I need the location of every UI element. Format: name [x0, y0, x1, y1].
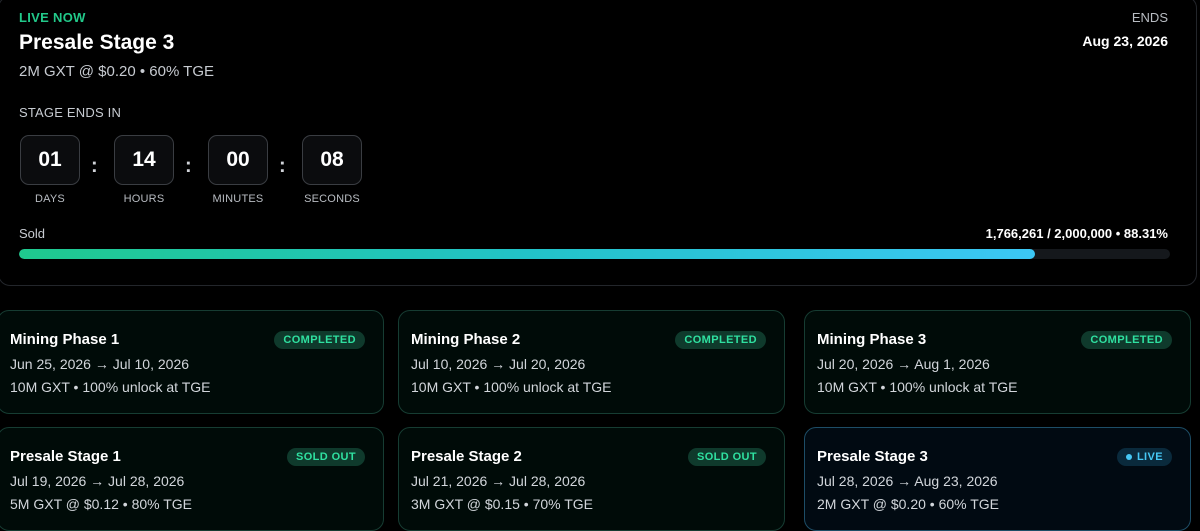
- stage-status-badge: COMPLETED: [675, 331, 766, 349]
- countdown-minutes: 00 MINUTES: [208, 135, 268, 205]
- stage-card-name: Presale Stage 1: [10, 448, 121, 465]
- stage-card-name: Presale Stage 2: [411, 448, 522, 465]
- stage-status-badge: SOLD OUT: [687, 448, 766, 466]
- stage-card-name: Mining Phase 2: [411, 331, 521, 348]
- stage-status-badge: LIVE: [1116, 448, 1172, 466]
- stage-card[interactable]: Presale Stage 2 SOLD OUT Jul 21, 2026 → Ju…: [398, 427, 785, 531]
- sold-stats: 1,766,261 / 2,000,000 • 88.31%: [985, 226, 1168, 241]
- stage-card-dates: Jul 19, 2026 → Jul 28, 2026: [10, 473, 185, 489]
- countdown-separator: :: [185, 155, 192, 177]
- countdown-seconds: 08 SECONDS: [302, 135, 362, 205]
- stage-card-detail: 3M GXT @ $0.15 • 70% TGE: [411, 496, 594, 512]
- live-dot-icon: [1125, 454, 1132, 460]
- stage-card[interactable]: Mining Phase 3 COMPLETED Jul 20, 2026 → Au…: [804, 310, 1191, 414]
- sold-progress-fill: [19, 249, 1036, 259]
- stage-card-dates: Jul 28, 2026 → Aug 23, 2026: [817, 473, 998, 489]
- countdown-days: 01 DAYS: [20, 135, 80, 205]
- live-now-label: LIVE NOW: [19, 10, 86, 25]
- stage-status-label: COMPLETED: [684, 334, 757, 346]
- stage-status-label: SOLD OUT: [295, 451, 356, 463]
- stage-card-dates: Jun 25, 2026 → Jul 10, 2026: [10, 356, 190, 372]
- stage-card-dates: Jul 20, 2026 → Aug 1, 2026: [817, 356, 990, 372]
- stage-card-detail: 5M GXT @ $0.12 • 80% TGE: [10, 496, 193, 512]
- countdown-seconds-label: SECONDS: [304, 193, 360, 205]
- stage-status-badge: SOLD OUT: [286, 448, 365, 466]
- stage-card[interactable]: Mining Phase 1 COMPLETED Jun 25, 2026 → Ju…: [0, 310, 384, 414]
- ends-date: Aug 23, 2026: [1082, 33, 1168, 49]
- stage-card-detail: 2M GXT @ $0.20 • 60% TGE: [817, 496, 1000, 512]
- stage-subtitle: 2M GXT @ $0.20 • 60% TGE: [19, 63, 215, 80]
- stage-status-badge: COMPLETED: [1081, 331, 1172, 349]
- sold-progress-bar: [19, 249, 1170, 259]
- stage-status-label: SOLD OUT: [696, 451, 757, 463]
- stage-status-badge: COMPLETED: [274, 331, 365, 349]
- stage-title: Presale Stage 3: [19, 31, 175, 54]
- countdown-days-value: 01: [20, 135, 80, 185]
- stage-card-name: Presale Stage 3: [817, 448, 928, 465]
- countdown-separator: :: [91, 155, 98, 177]
- sold-label: Sold: [19, 226, 46, 241]
- stage-status-label: COMPLETED: [1090, 334, 1163, 346]
- ends-label: ENDS: [1131, 10, 1168, 25]
- stage-card-dates: Jul 21, 2026 → Jul 28, 2026: [411, 473, 586, 489]
- stage-card-dates: Jul 10, 2026 → Jul 20, 2026: [411, 356, 586, 372]
- countdown-minutes-value: 00: [208, 135, 268, 185]
- countdown-seconds-value: 08: [302, 135, 362, 185]
- countdown-days-label: DAYS: [35, 193, 65, 205]
- stage-card[interactable]: Presale Stage 3 LIVE Jul 28, 2026 → Aug 23…: [804, 427, 1191, 531]
- stage-ends-in-label: STAGE ENDS IN: [19, 105, 122, 120]
- countdown-separator: :: [279, 155, 286, 177]
- stage-card-detail: 10M GXT • 100% unlock at TGE: [411, 379, 612, 395]
- stage-card-detail: 10M GXT • 100% unlock at TGE: [10, 379, 211, 395]
- stage-card[interactable]: Mining Phase 2 COMPLETED Jul 10, 2026 → Ju…: [398, 310, 785, 414]
- countdown-hours-value: 14: [114, 135, 174, 185]
- stage-status-label: LIVE: [1136, 451, 1163, 463]
- current-stage-panel: LIVE NOW Presale Stage 3 2M GXT @ $0.20 …: [0, 0, 1197, 286]
- stage-card[interactable]: Presale Stage 1 SOLD OUT Jul 19, 2026 → Ju…: [0, 427, 384, 531]
- stage-status-label: COMPLETED: [283, 334, 356, 346]
- countdown-hours: 14 HOURS: [114, 135, 174, 205]
- countdown-minutes-label: MINUTES: [212, 193, 264, 205]
- countdown-hours-label: HOURS: [123, 193, 165, 205]
- stage-card-name: Mining Phase 3: [817, 331, 927, 348]
- stage-card-detail: 10M GXT • 100% unlock at TGE: [817, 379, 1018, 395]
- stage-card-name: Mining Phase 1: [10, 331, 120, 348]
